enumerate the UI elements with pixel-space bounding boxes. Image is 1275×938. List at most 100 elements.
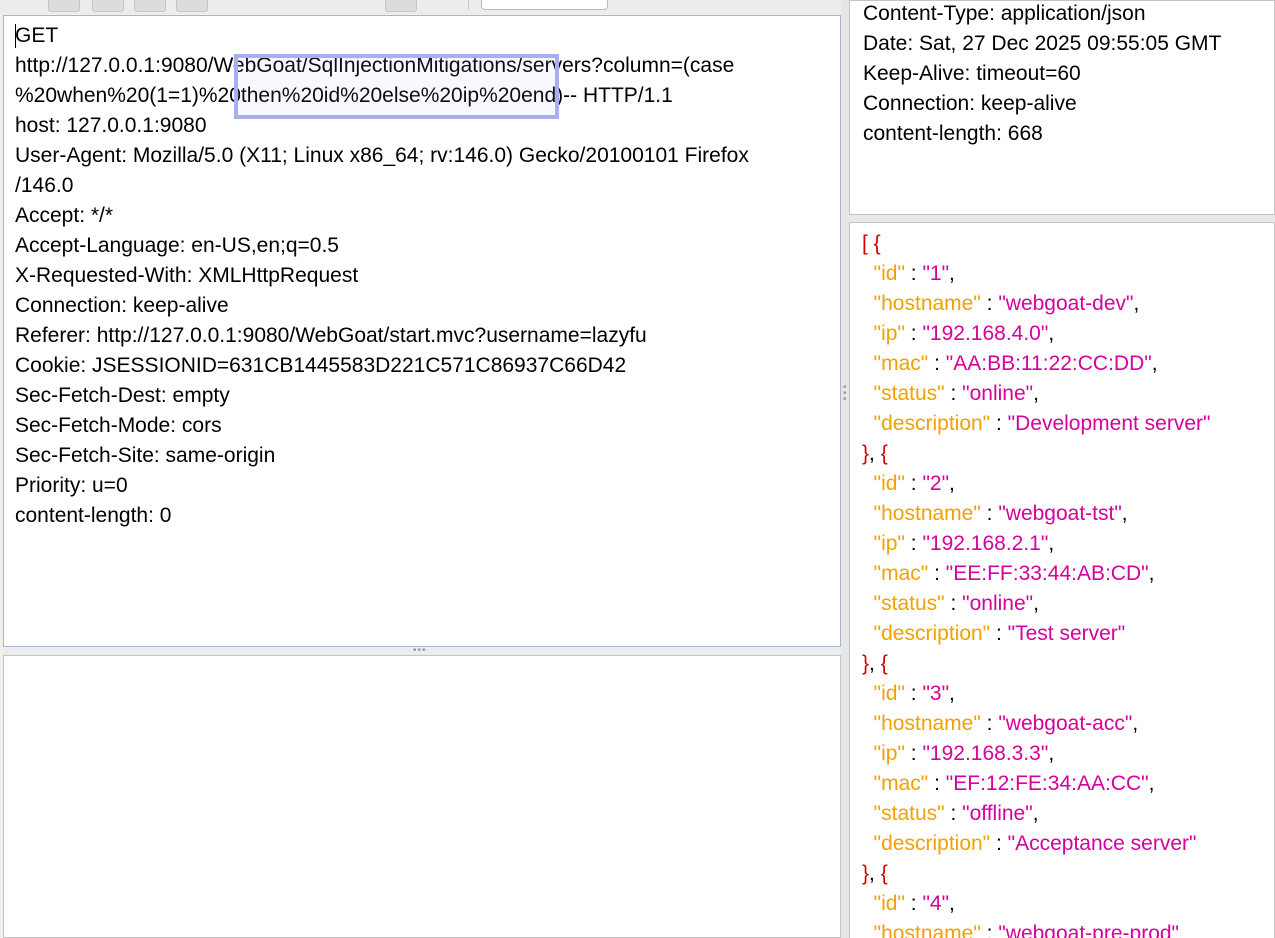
json-colon: : <box>928 352 946 375</box>
request-lower-pane[interactable] <box>3 655 841 938</box>
json-colon: : <box>980 922 999 938</box>
json-colon: : <box>904 532 923 555</box>
json-colon: : <box>990 832 1008 855</box>
json-line: "mac" : "AA:BB:11:22:CC:DD", <box>862 349 1210 379</box>
json-line: "ip" : "192.168.3.3", <box>862 739 1210 769</box>
json-value: "192.168.2.1" <box>922 532 1049 555</box>
response-header-line: Keep-Alive: timeout=60 <box>863 62 1081 85</box>
json-key: "hostname" <box>873 292 981 315</box>
toolbar-button[interactable] <box>48 0 80 12</box>
json-line: "description" : "Development server" <box>862 409 1211 439</box>
json-line: "ip" : "192.168.2.1", <box>862 529 1210 559</box>
json-line: "mac" : "EE:FF:33:44:AB:CD", <box>862 559 1210 589</box>
json-value: "Development server" <box>1007 412 1211 435</box>
toolbar-button[interactable] <box>92 0 124 12</box>
splitter-grip-icon: ••• <box>413 645 427 656</box>
json-line: "hostname" : "webgoat-tst", <box>862 499 1210 529</box>
json-line: }, { <box>862 649 1210 679</box>
request-line: /146.0 <box>15 174 74 197</box>
request-line: GET <box>15 24 59 47</box>
json-comma: , <box>869 442 881 465</box>
json-line: [ { <box>862 229 1210 259</box>
json-value: "online" <box>962 382 1034 405</box>
json-value: "online" <box>962 592 1034 615</box>
json-line: "mac" : "EF:12:FE:34:AA:CC", <box>862 769 1210 799</box>
json-value: "webgoat-dev" <box>998 292 1134 315</box>
request-line: Sec-Fetch-Site: same-origin <box>15 444 276 467</box>
json-value: "192.168.3.3" <box>922 742 1049 765</box>
json-colon: : <box>990 622 1008 645</box>
json-colon: : <box>904 322 923 345</box>
toolbar-button[interactable] <box>385 0 417 12</box>
response-body-pane[interactable]: [ { "id" : "1", "hostname" : "webgoat-de… <box>849 222 1275 938</box>
json-comma: , <box>1148 562 1155 585</box>
json-colon: : <box>928 562 946 585</box>
request-editor[interactable]: GET http://127.0.0.1:9080/WebGoat/SqlInje… <box>3 15 841 647</box>
json-key: "ip" <box>873 742 905 765</box>
json-comma: , <box>1151 352 1158 375</box>
json-key: "id" <box>873 472 905 495</box>
horizontal-splitter[interactable]: ••• <box>3 645 841 656</box>
toolbar-search-input[interactable] <box>481 0 608 10</box>
json-value: "2" <box>922 472 950 495</box>
json-punctuation: { <box>880 862 888 885</box>
vertical-splitter[interactable]: • • • <box>841 0 849 938</box>
request-line: Sec-Fetch-Mode: cors <box>15 414 222 437</box>
json-value: "EF:12:FE:34:AA:CC" <box>945 772 1149 795</box>
json-colon: : <box>904 682 923 705</box>
response-header-line: content-length: 668 <box>863 122 1043 145</box>
json-key: "ip" <box>873 532 905 555</box>
json-value: "4" <box>922 892 950 915</box>
json-colon: : <box>904 472 923 495</box>
json-punctuation: { <box>880 652 888 675</box>
toolbar-button[interactable] <box>176 0 208 12</box>
request-line: X-Requested-With: XMLHttpRequest <box>15 264 359 287</box>
response-headers-pane[interactable]: Content-Type: application/json Date: Sat,… <box>849 0 1275 215</box>
json-key: "ip" <box>873 322 905 345</box>
json-value: "webgoat-acc" <box>998 712 1133 735</box>
json-colon: : <box>980 292 999 315</box>
json-key: "id" <box>873 262 905 285</box>
json-comma: , <box>949 262 955 285</box>
json-viewer: [ { "id" : "1", "hostname" : "webgoat-de… <box>862 229 1210 938</box>
json-line: "description" : "Test server" <box>862 619 1210 649</box>
json-punctuation: [ { <box>862 232 881 255</box>
json-colon: : <box>904 892 923 915</box>
json-value: "AA:BB:11:22:CC:DD" <box>945 352 1152 375</box>
toolbar-button[interactable] <box>134 0 166 12</box>
json-comma: , <box>1048 322 1055 345</box>
toolbar <box>0 0 845 14</box>
json-colon: : <box>944 382 963 405</box>
json-line: "id" : "3", <box>862 679 1210 709</box>
request-line: Cookie: JSESSIONID=631CB1445583D221C571C… <box>15 354 627 377</box>
json-line: "hostname" : "webgoat-dev", <box>862 289 1210 319</box>
json-line: "status" : "offline", <box>862 799 1210 829</box>
response-header-line: Content-Type: application/json <box>863 2 1146 25</box>
json-comma: , <box>949 472 955 495</box>
request-line: Connection: keep-alive <box>15 294 229 317</box>
json-line: "ip" : "192.168.4.0", <box>862 319 1210 349</box>
json-comma: , <box>1132 712 1139 735</box>
json-colon: : <box>990 412 1008 435</box>
request-line: Accept-Language: en-US,en;q=0.5 <box>15 234 339 257</box>
selection-highlight <box>234 54 559 119</box>
response-header-line: Connection: keep-alive <box>863 92 1077 115</box>
json-line: "status" : "online", <box>862 379 1210 409</box>
response-splitter[interactable] <box>849 215 1275 222</box>
